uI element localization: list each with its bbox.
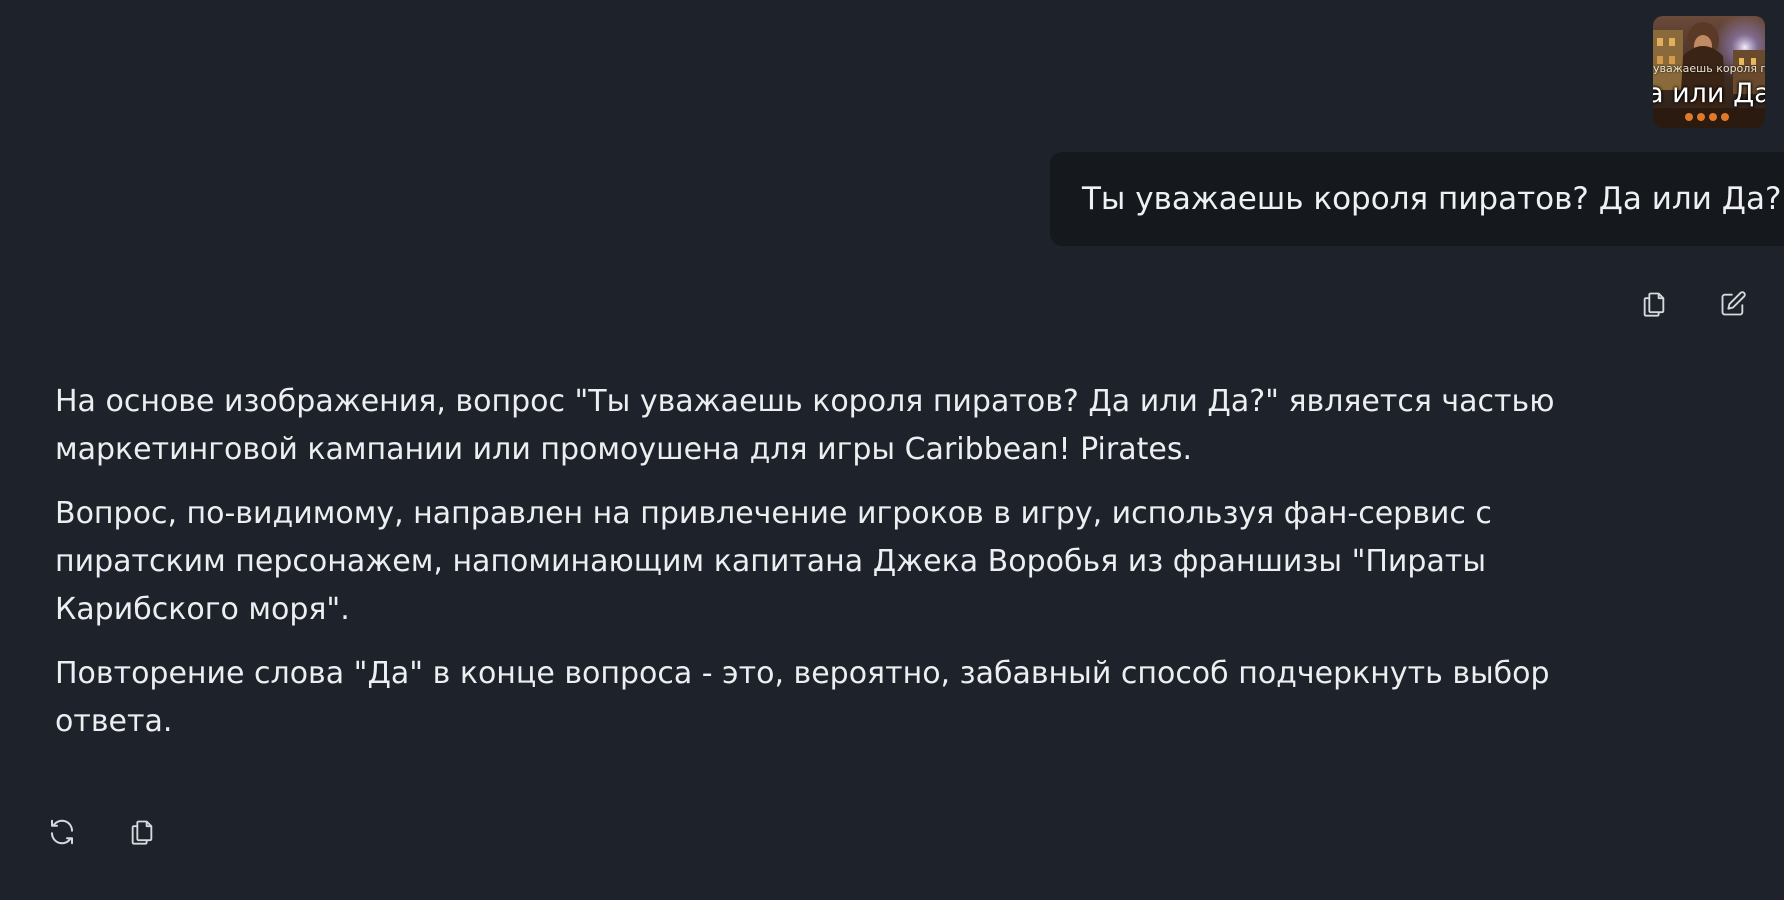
- user-message-text: Ты уважаешь короля пиратов? Да или Да?: [1082, 181, 1782, 217]
- copy-icon: [1643, 292, 1665, 317]
- assistant-message: На основе изображения, вопрос "Ты уважае…: [55, 378, 1585, 762]
- copy-assistant-message-button[interactable]: [122, 812, 162, 852]
- copy-icon: [131, 820, 153, 845]
- edit-icon: [1721, 291, 1746, 316]
- user-message-bubble: Ты уважаешь короля пиратов? Да или Да?: [1050, 152, 1784, 246]
- refresh-icon: [51, 819, 73, 845]
- copy-user-message-button[interactable]: [1634, 284, 1674, 324]
- attachment-caption-big: а или Да: [1653, 78, 1765, 109]
- attachment-caption-small: уважаешь короля пиратов: [1653, 62, 1765, 75]
- assistant-paragraph-2: Вопрос, по-видимому, направлен на привле…: [55, 496, 1492, 627]
- user-image-attachment[interactable]: уважаешь короля пиратов а или Да: [1653, 16, 1765, 128]
- assistant-paragraph-3: Повторение слова "Да" в конце вопроса - …: [55, 656, 1550, 739]
- regenerate-button[interactable]: [42, 812, 82, 852]
- chat-page: уважаешь короля пиратов а или Да Ты уваж…: [0, 0, 1784, 900]
- edit-user-message-button[interactable]: [1713, 284, 1753, 324]
- assistant-paragraph-1: На основе изображения, вопрос "Ты уважае…: [55, 384, 1555, 467]
